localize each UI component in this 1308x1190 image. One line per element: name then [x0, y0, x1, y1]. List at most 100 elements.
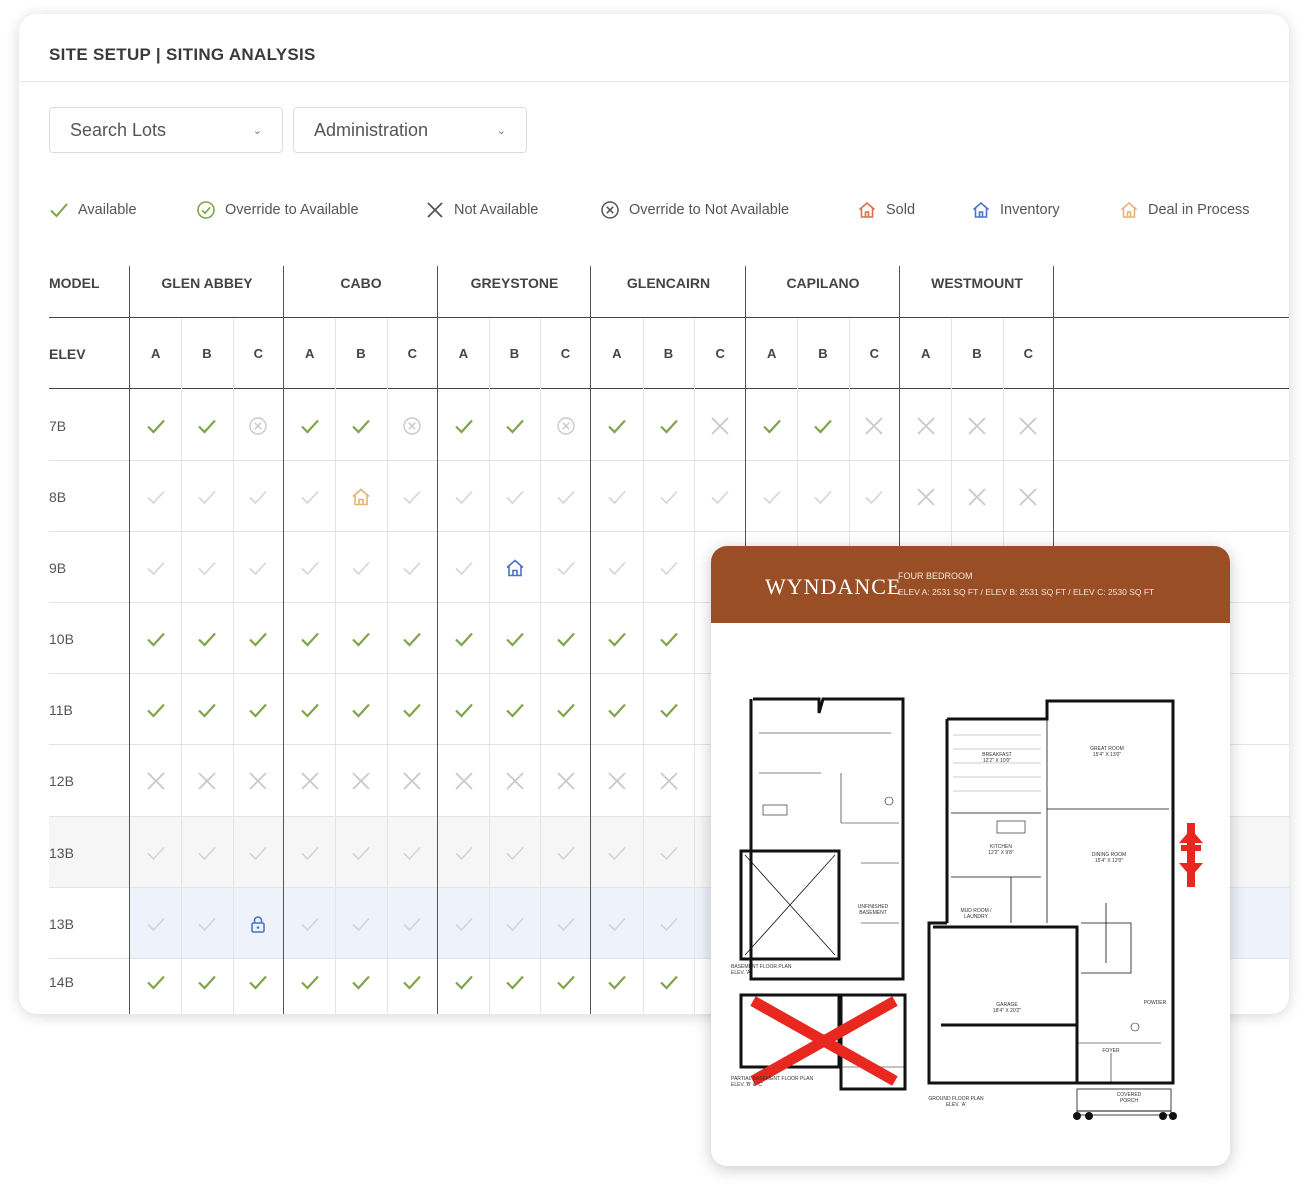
circle-x-icon[interactable] — [247, 415, 269, 437]
x-icon[interactable] — [401, 770, 423, 792]
check-icon[interactable] — [196, 971, 218, 993]
check-icon[interactable] — [555, 971, 577, 993]
check-icon[interactable] — [761, 415, 783, 437]
check-icon[interactable] — [247, 628, 269, 650]
check-icon[interactable] — [453, 486, 475, 508]
x-icon[interactable] — [196, 770, 218, 792]
check-icon[interactable] — [196, 628, 218, 650]
x-icon[interactable] — [915, 415, 937, 437]
check-icon[interactable] — [196, 486, 218, 508]
check-icon[interactable] — [350, 628, 372, 650]
check-icon[interactable] — [247, 842, 269, 864]
x-icon[interactable] — [555, 770, 577, 792]
check-icon[interactable] — [453, 557, 475, 579]
check-icon[interactable] — [299, 557, 321, 579]
check-icon[interactable] — [247, 971, 269, 993]
model-header-glencairn[interactable]: GLENCAIRN — [591, 275, 746, 291]
x-icon[interactable] — [247, 770, 269, 792]
check-icon[interactable] — [401, 971, 423, 993]
check-icon[interactable] — [299, 415, 321, 437]
check-icon[interactable] — [658, 486, 680, 508]
check-icon[interactable] — [504, 913, 526, 935]
check-icon[interactable] — [196, 415, 218, 437]
lot-label[interactable]: 13B — [49, 916, 74, 932]
check-icon[interactable] — [145, 699, 167, 721]
check-icon[interactable] — [145, 913, 167, 935]
check-icon[interactable] — [350, 971, 372, 993]
check-icon[interactable] — [606, 699, 628, 721]
house-inventory-icon[interactable] — [504, 557, 526, 579]
check-icon[interactable] — [606, 557, 628, 579]
house-deal-icon[interactable] — [350, 486, 372, 508]
check-icon[interactable] — [196, 699, 218, 721]
check-icon[interactable] — [504, 699, 526, 721]
check-icon[interactable] — [606, 486, 628, 508]
check-icon[interactable] — [761, 486, 783, 508]
circle-x-icon[interactable] — [401, 415, 423, 437]
lot-label[interactable]: 13B — [49, 845, 74, 861]
check-icon[interactable] — [145, 628, 167, 650]
check-icon[interactable] — [504, 415, 526, 437]
check-icon[interactable] — [555, 486, 577, 508]
x-icon[interactable] — [504, 770, 526, 792]
x-icon[interactable] — [145, 770, 167, 792]
check-icon[interactable] — [401, 913, 423, 935]
check-icon[interactable] — [658, 913, 680, 935]
lot-label[interactable]: 10B — [49, 631, 74, 647]
x-icon[interactable] — [709, 415, 731, 437]
check-icon[interactable] — [606, 842, 628, 864]
check-icon[interactable] — [658, 699, 680, 721]
check-icon[interactable] — [350, 415, 372, 437]
check-icon[interactable] — [658, 628, 680, 650]
check-icon[interactable] — [299, 699, 321, 721]
check-icon[interactable] — [350, 842, 372, 864]
x-icon[interactable] — [299, 770, 321, 792]
lot-label[interactable]: 9B — [49, 560, 66, 576]
check-icon[interactable] — [709, 486, 731, 508]
check-icon[interactable] — [350, 699, 372, 721]
check-icon[interactable] — [247, 486, 269, 508]
check-icon[interactable] — [145, 842, 167, 864]
check-icon[interactable] — [145, 971, 167, 993]
check-icon[interactable] — [299, 486, 321, 508]
check-icon[interactable] — [401, 486, 423, 508]
check-icon[interactable] — [401, 699, 423, 721]
lot-label[interactable]: 11B — [49, 702, 73, 718]
check-icon[interactable] — [812, 415, 834, 437]
model-header-glen-abbey[interactable]: GLEN ABBEY — [130, 275, 284, 291]
check-icon[interactable] — [863, 486, 885, 508]
check-icon[interactable] — [504, 971, 526, 993]
check-icon[interactable] — [299, 842, 321, 864]
x-icon[interactable] — [350, 770, 372, 792]
check-icon[interactable] — [453, 415, 475, 437]
check-icon[interactable] — [658, 842, 680, 864]
model-header-westmount[interactable]: WESTMOUNT — [900, 275, 1054, 291]
check-icon[interactable] — [812, 486, 834, 508]
check-icon[interactable] — [453, 842, 475, 864]
check-icon[interactable] — [555, 699, 577, 721]
x-icon[interactable] — [1017, 415, 1039, 437]
lock-icon[interactable] — [247, 913, 269, 935]
check-icon[interactable] — [401, 557, 423, 579]
check-icon[interactable] — [606, 971, 628, 993]
check-icon[interactable] — [350, 913, 372, 935]
check-icon[interactable] — [658, 971, 680, 993]
check-icon[interactable] — [299, 971, 321, 993]
check-icon[interactable] — [196, 913, 218, 935]
model-header-capilano[interactable]: CAPILANO — [746, 275, 900, 291]
check-icon[interactable] — [504, 628, 526, 650]
lot-label[interactable]: 14B — [49, 974, 74, 990]
check-icon[interactable] — [658, 415, 680, 437]
check-icon[interactable] — [145, 557, 167, 579]
check-icon[interactable] — [555, 628, 577, 650]
x-icon[interactable] — [606, 770, 628, 792]
lot-label[interactable]: 7B — [49, 418, 66, 434]
model-header-greystone[interactable]: GREYSTONE — [438, 275, 591, 291]
check-icon[interactable] — [401, 628, 423, 650]
check-icon[interactable] — [504, 842, 526, 864]
check-icon[interactable] — [504, 486, 526, 508]
check-icon[interactable] — [555, 913, 577, 935]
check-icon[interactable] — [401, 842, 423, 864]
check-icon[interactable] — [196, 842, 218, 864]
x-icon[interactable] — [915, 486, 937, 508]
